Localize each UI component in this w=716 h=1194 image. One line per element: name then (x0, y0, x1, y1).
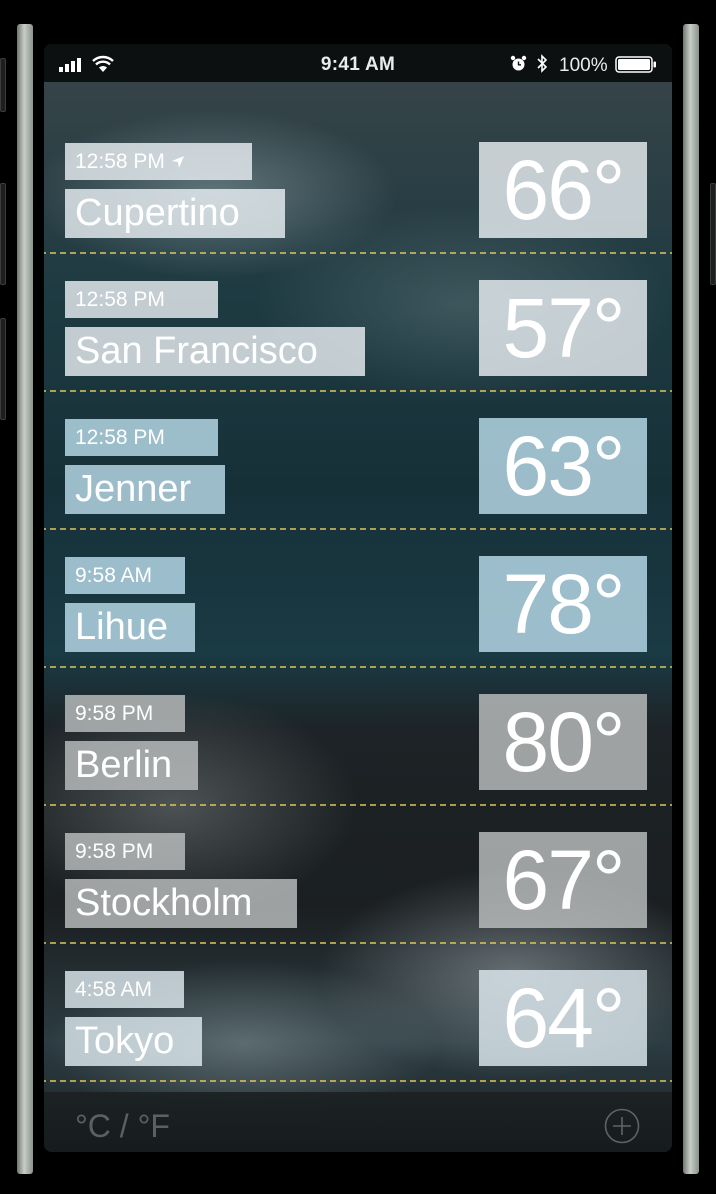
city-local-time: 12:58 PM (65, 281, 218, 318)
city-row[interactable]: 12:58 PM San Francisco 57° (44, 182, 672, 392)
city-local-time: 4:58 AM (65, 971, 184, 1008)
weather-city-list-screen: 9:41 AM 100% 12:58 PM Cupertino 66° 12:58 P… (44, 44, 672, 1152)
city-row[interactable]: 9:58 PM Berlin 80° (44, 596, 672, 806)
add-city-button[interactable] (604, 1108, 640, 1144)
city-row[interactable]: 4:58 AM Tokyo 64° (44, 872, 672, 1082)
plus-circle-icon (604, 1108, 640, 1144)
city-row[interactable]: 12:58 PM Cupertino 66° (44, 44, 672, 254)
city-row[interactable]: 9:58 AM Lihue 78° (44, 458, 672, 668)
city-temperature: 64° (479, 970, 647, 1066)
city-local-time: 12:58 PM (65, 419, 218, 456)
volume-down-button (0, 318, 6, 420)
device-right-rail (683, 24, 699, 1174)
row-divider (44, 1080, 672, 1082)
unit-toggle-button[interactable]: °C / °F (75, 1108, 170, 1145)
city-row[interactable]: 12:58 PM Jenner 63° (44, 320, 672, 530)
device-frame: 9:41 AM 100% 12:58 PM Cupertino 66° 12:58 P… (0, 0, 716, 1194)
volume-up-button (0, 183, 6, 285)
city-row[interactable]: 9:58 PM Stockholm 67° (44, 734, 672, 944)
city-local-time: 9:58 PM (65, 695, 185, 732)
bottom-toolbar: °C / °F (44, 1092, 672, 1152)
city-local-time: 9:58 AM (65, 557, 185, 594)
location-arrow-icon (171, 156, 184, 168)
mute-switch (0, 58, 6, 112)
city-local-time: 12:58 PM (65, 143, 252, 180)
city-local-time: 9:58 PM (65, 833, 185, 870)
city-name: Tokyo (65, 1017, 202, 1066)
power-button (710, 183, 716, 285)
device-left-rail (17, 24, 33, 1174)
